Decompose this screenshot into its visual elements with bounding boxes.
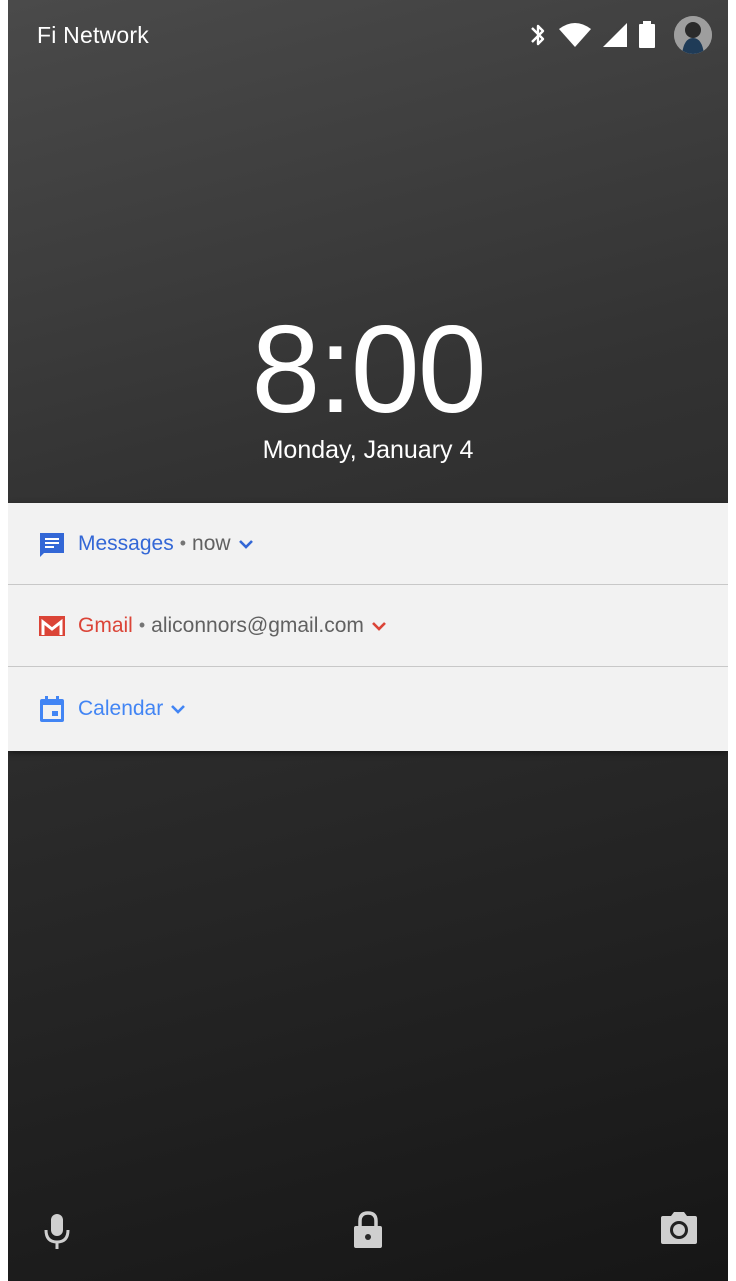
clock-time: 8:00 [251, 301, 486, 439]
separator-dot: • [179, 533, 187, 553]
lock-icon[interactable] [352, 1210, 384, 1255]
carrier-name: Fi Network [37, 22, 149, 48]
notification-messages[interactable]: Messages • now [8, 503, 728, 585]
wifi-icon [558, 22, 592, 48]
lock-screen: Fi Network 8:00 Monday, January 4 Messag… [8, 0, 728, 1281]
chevron-down-icon[interactable] [237, 537, 255, 551]
calendar-icon [38, 695, 66, 723]
separator-dot: • [138, 615, 146, 635]
messages-icon [38, 530, 66, 558]
mic-icon[interactable] [42, 1210, 72, 1257]
notification-app-name: Calendar [78, 697, 164, 720]
chevron-down-icon[interactable] [169, 702, 187, 716]
notification-list: Messages • now Gmail • aliconnors@gmail.… [8, 503, 728, 751]
status-icons [528, 15, 712, 55]
bluetooth-icon [528, 21, 548, 49]
notification-gmail[interactable]: Gmail • aliconnors@gmail.com [8, 585, 728, 667]
clock-date: Monday, January 4 [262, 436, 474, 464]
cell-signal-icon [602, 22, 628, 48]
gmail-icon [38, 612, 66, 640]
notification-time: now [192, 531, 231, 555]
camera-icon[interactable] [659, 1210, 699, 1251]
notification-calendar[interactable]: Calendar [8, 667, 728, 751]
notification-account: aliconnors@gmail.com [151, 613, 364, 637]
status-bar: Fi Network [8, 0, 728, 72]
lockscreen-actions [8, 1200, 728, 1270]
notification-app-name: Gmail [78, 613, 133, 637]
notification-app-name: Messages [78, 531, 174, 555]
avatar[interactable] [674, 16, 712, 54]
chevron-down-icon[interactable] [370, 619, 388, 633]
battery-icon [638, 21, 656, 49]
